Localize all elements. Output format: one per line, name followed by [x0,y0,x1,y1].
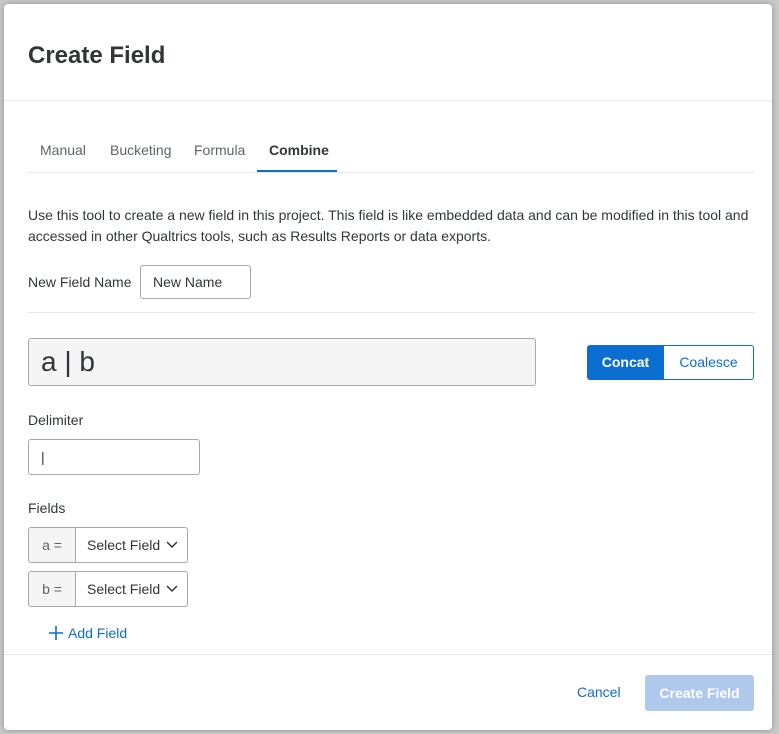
add-field-button[interactable]: Add Field [48,624,127,642]
tab-combine[interactable]: Combine [269,142,329,158]
field-select-a-label: Select Field [87,537,161,553]
formula-preview: a | b [28,338,536,386]
active-tab-indicator [257,170,337,172]
combine-mode-toggle: Concat Coalesce [587,345,754,380]
chevron-down-icon [166,585,178,593]
delimiter-label: Delimiter [28,412,84,428]
field-prefix-b: b = [28,571,76,607]
plus-icon [49,626,63,640]
create-field-dialog: Create Field Manual Bucketing Formula Co… [4,4,772,730]
coalesce-button[interactable]: Coalesce [664,345,754,380]
header-divider [4,100,772,101]
tab-formula[interactable]: Formula [194,142,245,158]
new-field-name-label: New Field Name [28,274,132,290]
tab-bucketing[interactable]: Bucketing [110,142,171,158]
field-select-b-label: Select Field [87,581,161,597]
field-row-b: b = Select Field [28,571,188,607]
field-select-b[interactable]: Select Field [76,571,188,607]
create-field-button[interactable]: Create Field [645,675,754,711]
section-divider [28,312,754,313]
new-field-name-input[interactable]: New Name [140,265,251,299]
delimiter-input[interactable]: | [28,439,200,475]
dialog-description: Use this tool to create a new field in t… [28,207,749,244]
footer-divider [4,654,772,655]
add-field-label: Add Field [68,625,128,641]
field-row-a: a = Select Field [28,527,188,563]
chevron-down-icon [166,541,178,549]
field-prefix-a: a = [28,527,76,563]
field-select-a[interactable]: Select Field [76,527,188,563]
tab-bar: Manual Bucketing Formula Combine [28,130,754,173]
concat-button[interactable]: Concat [587,345,664,380]
cancel-button[interactable]: Cancel [577,684,621,700]
fields-label: Fields [28,500,66,516]
tab-manual[interactable]: Manual [40,142,86,158]
dialog-title: Create Field [28,42,166,69]
